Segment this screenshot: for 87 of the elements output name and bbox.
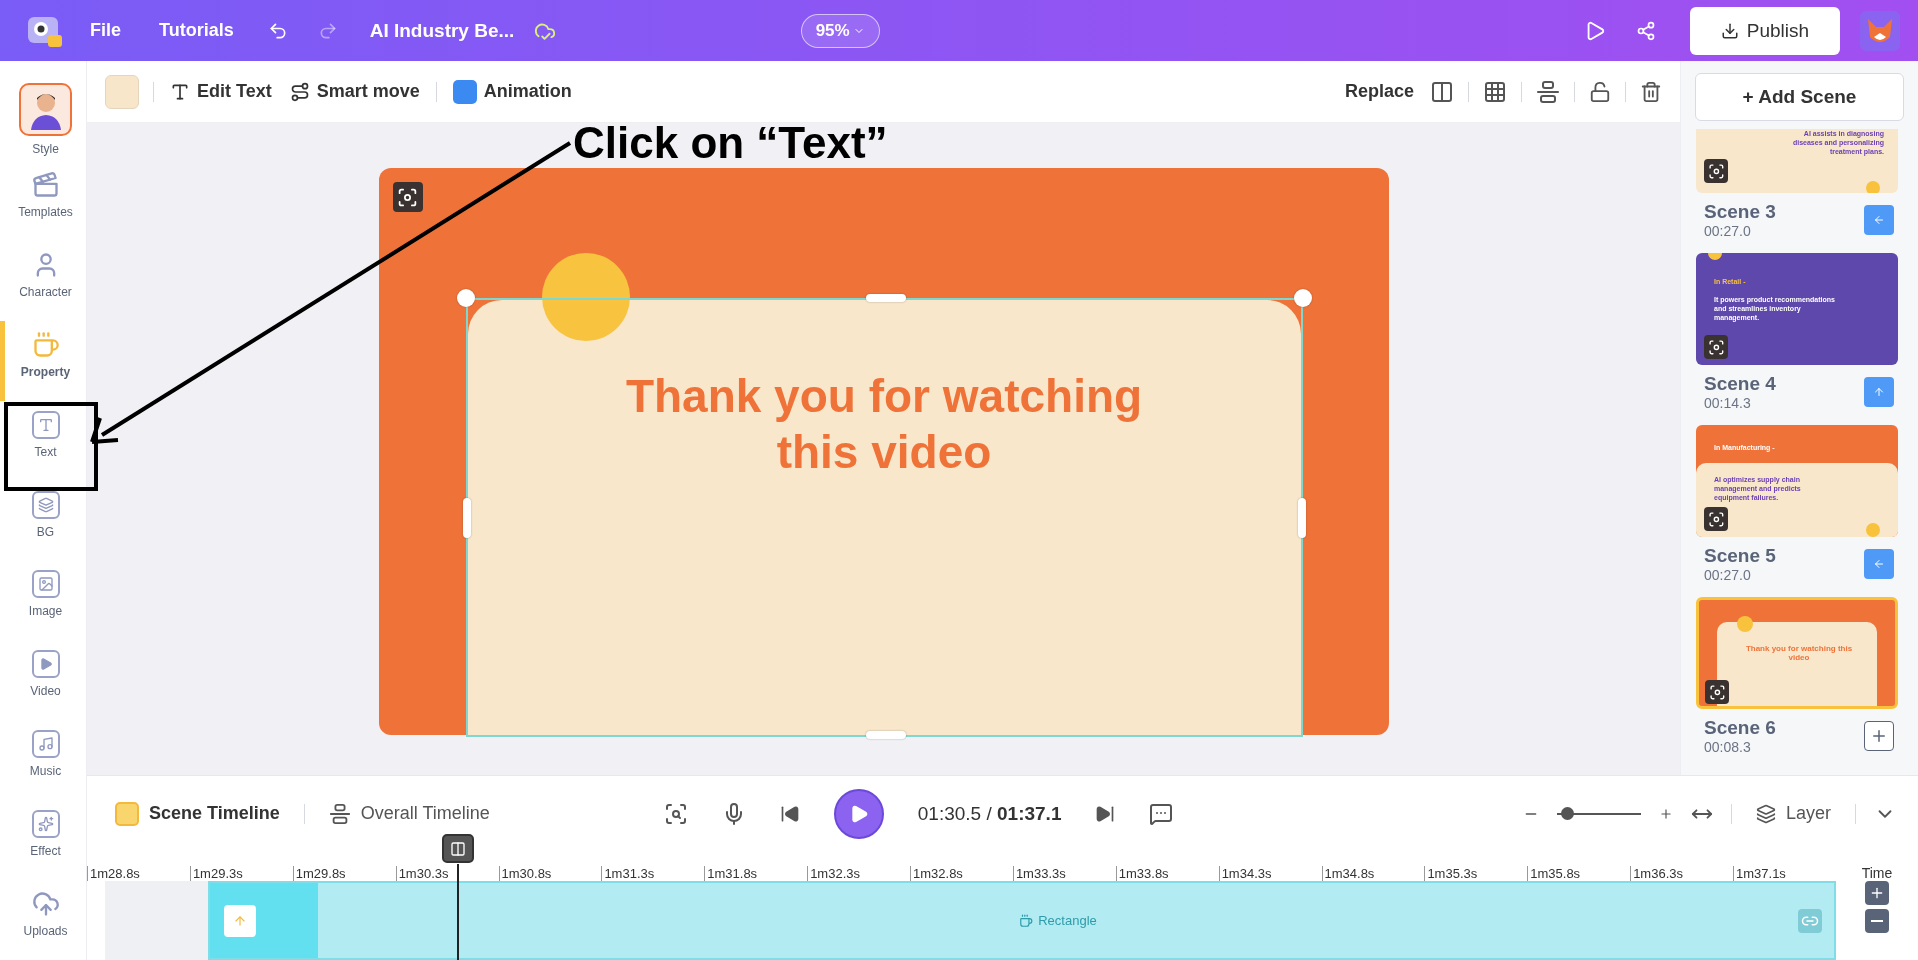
edit-text-button[interactable]: Edit Text — [168, 77, 274, 106]
align-icon[interactable] — [1536, 79, 1560, 104]
resize-handle[interactable] — [865, 731, 906, 739]
scene-name: Scene 5 — [1704, 545, 1776, 567]
resize-handle[interactable] — [462, 498, 471, 538]
resize-handle[interactable] — [1293, 289, 1312, 307]
add-transition-button[interactable] — [1864, 721, 1894, 751]
scene-name: Scene 3 — [1704, 201, 1776, 223]
add-scene-button[interactable]: + Add Scene — [1695, 73, 1904, 121]
time-label: Time — [1861, 865, 1893, 881]
scene-duration: 00:27.0 — [1704, 223, 1752, 239]
sidebar-item[interactable]: Templates — [0, 160, 86, 241]
zoom-out-button[interactable] — [1865, 909, 1889, 933]
minus-icon — [1871, 920, 1883, 922]
publish-button[interactable]: Publish — [1690, 6, 1840, 55]
checkerboard-icon[interactable] — [1483, 79, 1507, 104]
columns-icon[interactable] — [1430, 79, 1454, 104]
animation-button[interactable]: Animation — [450, 75, 574, 108]
music-icon — [31, 730, 60, 759]
cup-icon — [1019, 913, 1034, 928]
timeline-tab[interactable]: Scene Timeline — [109, 797, 286, 830]
playhead-handle[interactable] — [442, 834, 474, 863]
delete-icon[interactable] — [1640, 80, 1662, 103]
focus-icon — [1704, 507, 1728, 531]
sparkle-icon — [31, 810, 60, 839]
smart-move-button[interactable]: Smart move — [287, 77, 422, 106]
overall-timeline-icon — [328, 802, 351, 825]
sidebar-item[interactable]: Character — [0, 240, 86, 321]
sidebar-item[interactable]: Uploads — [0, 880, 86, 960]
circle-shape — [1737, 616, 1753, 632]
cup-icon — [31, 330, 60, 359]
comment-icon[interactable] — [1149, 801, 1174, 826]
unlock-icon[interactable] — [1589, 80, 1611, 103]
layers-icon — [31, 490, 60, 519]
annotation-text: Click on “Text” — [573, 118, 888, 168]
slider-thumb[interactable] — [1561, 806, 1575, 820]
image-icon — [31, 570, 60, 599]
thumbnail-text: Thank you for watching this video — [1744, 644, 1854, 662]
sidebar-item[interactable]: BG — [0, 480, 86, 561]
scene-timeline-icon — [115, 801, 139, 826]
focus-icon — [392, 182, 423, 212]
sidebar-item[interactable]: Style — [0, 81, 86, 161]
resize-handle[interactable] — [865, 294, 906, 302]
timeline-tab[interactable]: Overall Timeline — [322, 798, 496, 829]
scene-duration: 00:08.3 — [1704, 739, 1752, 755]
plus-icon — [1869, 885, 1885, 901]
playback-time: 01:30.5 / 01:37.1 — [917, 802, 1062, 825]
sidebar-item[interactable]: Video — [0, 640, 86, 721]
project-title[interactable]: AI Industry Be... — [369, 19, 515, 42]
clapperboard-icon — [31, 170, 60, 199]
replace-button[interactable]: Replace — [1342, 77, 1416, 106]
scene-name: Scene 4 — [1704, 373, 1776, 395]
layers-icon — [1755, 803, 1776, 824]
focus-icon — [1704, 335, 1728, 359]
circle-shape — [1866, 181, 1880, 193]
menu-item[interactable]: File — [76, 12, 135, 49]
clip-label: Rectangle — [1019, 913, 1097, 928]
arrow-up-icon — [1873, 386, 1885, 398]
avatar-icon — [19, 83, 72, 136]
menu-item[interactable]: Tutorials — [145, 12, 248, 49]
focus-icon — [1705, 680, 1729, 704]
focus-icon — [1704, 159, 1728, 183]
play-icon — [31, 650, 60, 679]
arrow-left-icon — [1873, 214, 1885, 226]
scene-duration: 00:27.0 — [1704, 567, 1752, 583]
arrow-up-icon — [224, 904, 256, 937]
layer-button[interactable]: Layer — [1749, 799, 1837, 828]
color-swatch[interactable] — [105, 74, 139, 109]
resize-handle[interactable] — [1297, 498, 1306, 538]
zoom-fit-icon[interactable] — [663, 801, 688, 826]
sidebar-item[interactable]: Image — [0, 560, 86, 641]
download-icon — [1720, 21, 1739, 40]
scene-duration: 00:14.3 — [1704, 395, 1752, 411]
resize-handle[interactable] — [456, 289, 475, 307]
sidebar-item[interactable]: Effect — [0, 800, 86, 881]
zoom-in-icon[interactable] — [1658, 806, 1673, 821]
scene-name: Scene 6 — [1704, 717, 1776, 739]
animation-icon — [452, 79, 477, 104]
sidebar-item[interactable]: Text — [0, 400, 86, 481]
arrow-left-icon — [1873, 558, 1885, 570]
route-icon — [289, 81, 310, 102]
text-icon — [31, 410, 60, 439]
sidebar-item[interactable]: Music — [0, 720, 86, 801]
zoom-in-button[interactable] — [1865, 881, 1889, 905]
fox-avatar-icon[interactable] — [1860, 10, 1900, 51]
zoom-dropdown[interactable]: 95% — [800, 13, 880, 48]
plus-icon — [1870, 727, 1888, 745]
